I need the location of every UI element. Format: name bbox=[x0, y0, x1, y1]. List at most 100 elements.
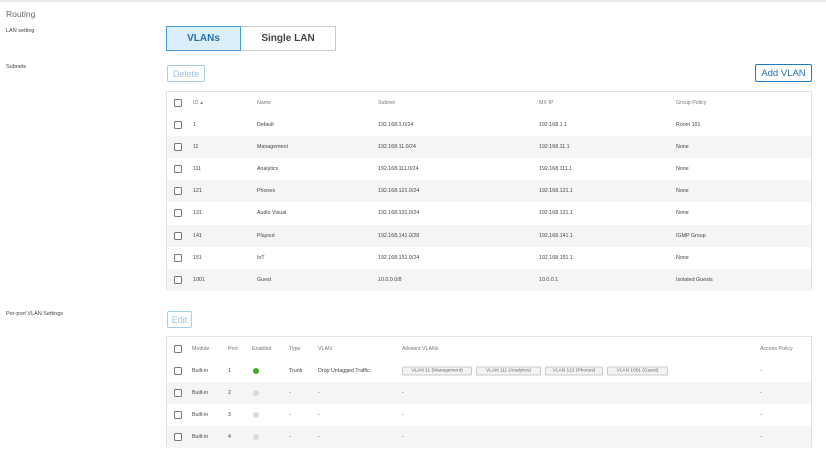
lan-setting-label: LAN setting bbox=[6, 28, 35, 34]
table-row[interactable]: 121 Phones 192.168.121.0/24 192.168.121.1 No… bbox=[167, 180, 811, 203]
table-row[interactable]: 131 Audio Visual 192.168.131.0/24 192.168.1… bbox=[167, 202, 811, 224]
port-vlan: - bbox=[318, 390, 320, 396]
mx-ip-column-header: MX IP bbox=[539, 100, 554, 106]
allowed-vlan-tag: VLAN 1001 (Guest) bbox=[607, 366, 668, 376]
port-module: Built-in bbox=[192, 368, 209, 374]
per-port-label: Per-port VLAN Settings bbox=[6, 311, 64, 317]
vlan-subnet: 192.168.11.0/24 bbox=[378, 144, 416, 151]
vlan-group-policy: Room 101 bbox=[676, 122, 701, 129]
table-row[interactable]: Built-in 4 - - - - bbox=[167, 426, 811, 448]
port-allowed-vlans: - bbox=[402, 390, 404, 396]
port-column-header: Port bbox=[228, 345, 238, 352]
table-row[interactable]: 11 Management 192.168.11.0/24 192.168.11.1 N… bbox=[167, 136, 811, 159]
edit-button[interactable]: Edit bbox=[167, 311, 192, 328]
port-number: 4 bbox=[228, 434, 231, 440]
table-row[interactable]: Built-in 3 - - - - bbox=[167, 404, 811, 426]
section-title: Routing bbox=[6, 9, 36, 19]
vlans-option[interactable]: VLANs bbox=[166, 26, 241, 51]
row-checkbox[interactable] bbox=[174, 411, 182, 419]
row-checkbox[interactable] bbox=[174, 253, 182, 262]
single-lan-option[interactable]: Single LAN bbox=[241, 27, 335, 50]
port-allowed-vlans: - bbox=[402, 412, 404, 418]
group-policy-column-header: Group Policy bbox=[676, 100, 707, 106]
row-checkbox[interactable] bbox=[174, 121, 182, 130]
vlan-subnet: 192.168.151.0/24 bbox=[378, 254, 420, 261]
vlan-subnet: 10.0.0.0/8 bbox=[378, 276, 402, 283]
table-row[interactable]: Built-in 1 Trunk Drop Untagged Traffic VLAN … bbox=[167, 360, 811, 382]
vlan-mx-ip: 192.168.111.1 bbox=[539, 166, 573, 173]
vlan-name: Default bbox=[257, 122, 274, 129]
table-row[interactable]: 1001 Guest 10.0.0.0/8 10.0.0.1 Isolated Gues… bbox=[167, 268, 811, 291]
table-row[interactable]: 141 Playout 192.168.141.0/28 192.168.141.1 I… bbox=[167, 224, 811, 247]
vlan-name: Analytics bbox=[257, 166, 279, 173]
vlan-subnet: 192.168.131.0/24 bbox=[378, 210, 420, 217]
vlan-group-policy: None bbox=[676, 166, 689, 173]
row-checkbox[interactable] bbox=[174, 389, 182, 397]
port-module: Built-in bbox=[192, 434, 209, 440]
port-module: Built-in bbox=[192, 412, 209, 418]
row-checkbox[interactable] bbox=[174, 231, 182, 240]
row-checkbox[interactable] bbox=[174, 433, 182, 441]
row-checkbox[interactable] bbox=[174, 209, 182, 218]
vlan-group-policy: None bbox=[676, 188, 689, 195]
name-column-header: Name bbox=[257, 100, 272, 106]
vlan-group-policy: None bbox=[676, 254, 689, 261]
port-vlan: - bbox=[318, 412, 320, 418]
vlan-mx-ip: 10.0.0.1 bbox=[539, 276, 559, 283]
id-column-header[interactable]: ID▲ bbox=[193, 100, 204, 106]
disabled-status-dot-icon bbox=[253, 390, 259, 396]
port-type: - bbox=[289, 412, 291, 418]
access-policy-column-header: Access Policy bbox=[760, 345, 793, 352]
row-checkbox[interactable] bbox=[174, 367, 182, 375]
allowed-vlan-tag: VLAN 11 (Management) bbox=[402, 366, 472, 376]
vlan-mx-ip: 192.168.11.1 bbox=[539, 144, 570, 151]
vlan-group-policy: None bbox=[676, 210, 689, 217]
row-checkbox[interactable] bbox=[174, 275, 182, 284]
port-allowed-vlans: - bbox=[402, 434, 404, 440]
vlan-mx-ip: 192.168.1.1 bbox=[539, 122, 567, 129]
port-vlan-table: Module Port Enabled Type VLAN Allowed VL… bbox=[166, 336, 812, 448]
vlan-id: 121 bbox=[193, 188, 202, 195]
table-row[interactable]: 151 IoT 192.168.151.0/24 192.168.151.1 None bbox=[167, 247, 811, 269]
module-column-header: Module bbox=[192, 345, 210, 352]
table-row[interactable]: 1 Default 192.168.1.0/24 192.168.1.1 Room 10… bbox=[167, 114, 811, 136]
row-checkbox[interactable] bbox=[174, 165, 182, 174]
port-number: 3 bbox=[228, 412, 231, 418]
vlan-mx-ip: 192.168.141.1 bbox=[539, 232, 573, 239]
vlan-mx-ip: 192.168.151.1 bbox=[539, 254, 573, 261]
port-type: - bbox=[289, 434, 291, 440]
vlan-name: IoT bbox=[257, 254, 265, 261]
vlan-id: 11 bbox=[193, 144, 199, 151]
port-access-policy: - bbox=[760, 390, 762, 396]
vlan-name: Management bbox=[257, 144, 288, 151]
subnets-header-row: ID▲ Name Subnet MX IP Group Policy bbox=[167, 92, 811, 114]
port-number: 2 bbox=[228, 390, 231, 396]
vlan-name: Guest bbox=[257, 276, 272, 283]
vlan-subnet: 192.168.121.0/24 bbox=[378, 188, 420, 195]
vlan-id: 111 bbox=[193, 166, 202, 173]
table-row[interactable]: Built-in 2 - - - - bbox=[167, 382, 811, 404]
allowed-vlans-column-header: Allowed VLANs bbox=[402, 345, 439, 352]
vlan-id: 141 bbox=[193, 232, 202, 239]
vlan-mx-ip: 192.168.121.1 bbox=[539, 188, 573, 195]
row-checkbox[interactable] bbox=[174, 187, 182, 196]
add-vlan-button[interactable]: Add VLAN bbox=[755, 64, 812, 82]
subnet-column-header: Subnet bbox=[378, 100, 395, 106]
port-vlan: - bbox=[318, 434, 320, 440]
vlan-name: Playout bbox=[257, 232, 275, 239]
vlan-mx-ip: 192.168.131.1 bbox=[539, 210, 573, 217]
vlan-id: 1 bbox=[193, 122, 196, 129]
select-all-checkbox[interactable] bbox=[174, 99, 182, 107]
row-checkbox[interactable] bbox=[174, 143, 182, 152]
delete-button[interactable]: Delete bbox=[167, 65, 205, 82]
enabled-column-header: Enabled bbox=[252, 345, 272, 352]
port-vlan: Drop Untagged Traffic bbox=[318, 368, 370, 374]
vlan-name: Audio Visual bbox=[257, 210, 287, 217]
port-number: 1 bbox=[228, 368, 231, 374]
vlan-name: Phones bbox=[257, 188, 275, 195]
table-row[interactable]: 111 Analytics 192.168.111.0/24 192.168.111.… bbox=[167, 158, 811, 180]
vlan-column-header: VLAN bbox=[318, 345, 332, 352]
sort-ascending-icon: ▲ bbox=[199, 100, 204, 105]
select-all-ports-checkbox[interactable] bbox=[174, 344, 182, 353]
vlan-subnet: 192.168.1.0/24 bbox=[378, 122, 414, 129]
